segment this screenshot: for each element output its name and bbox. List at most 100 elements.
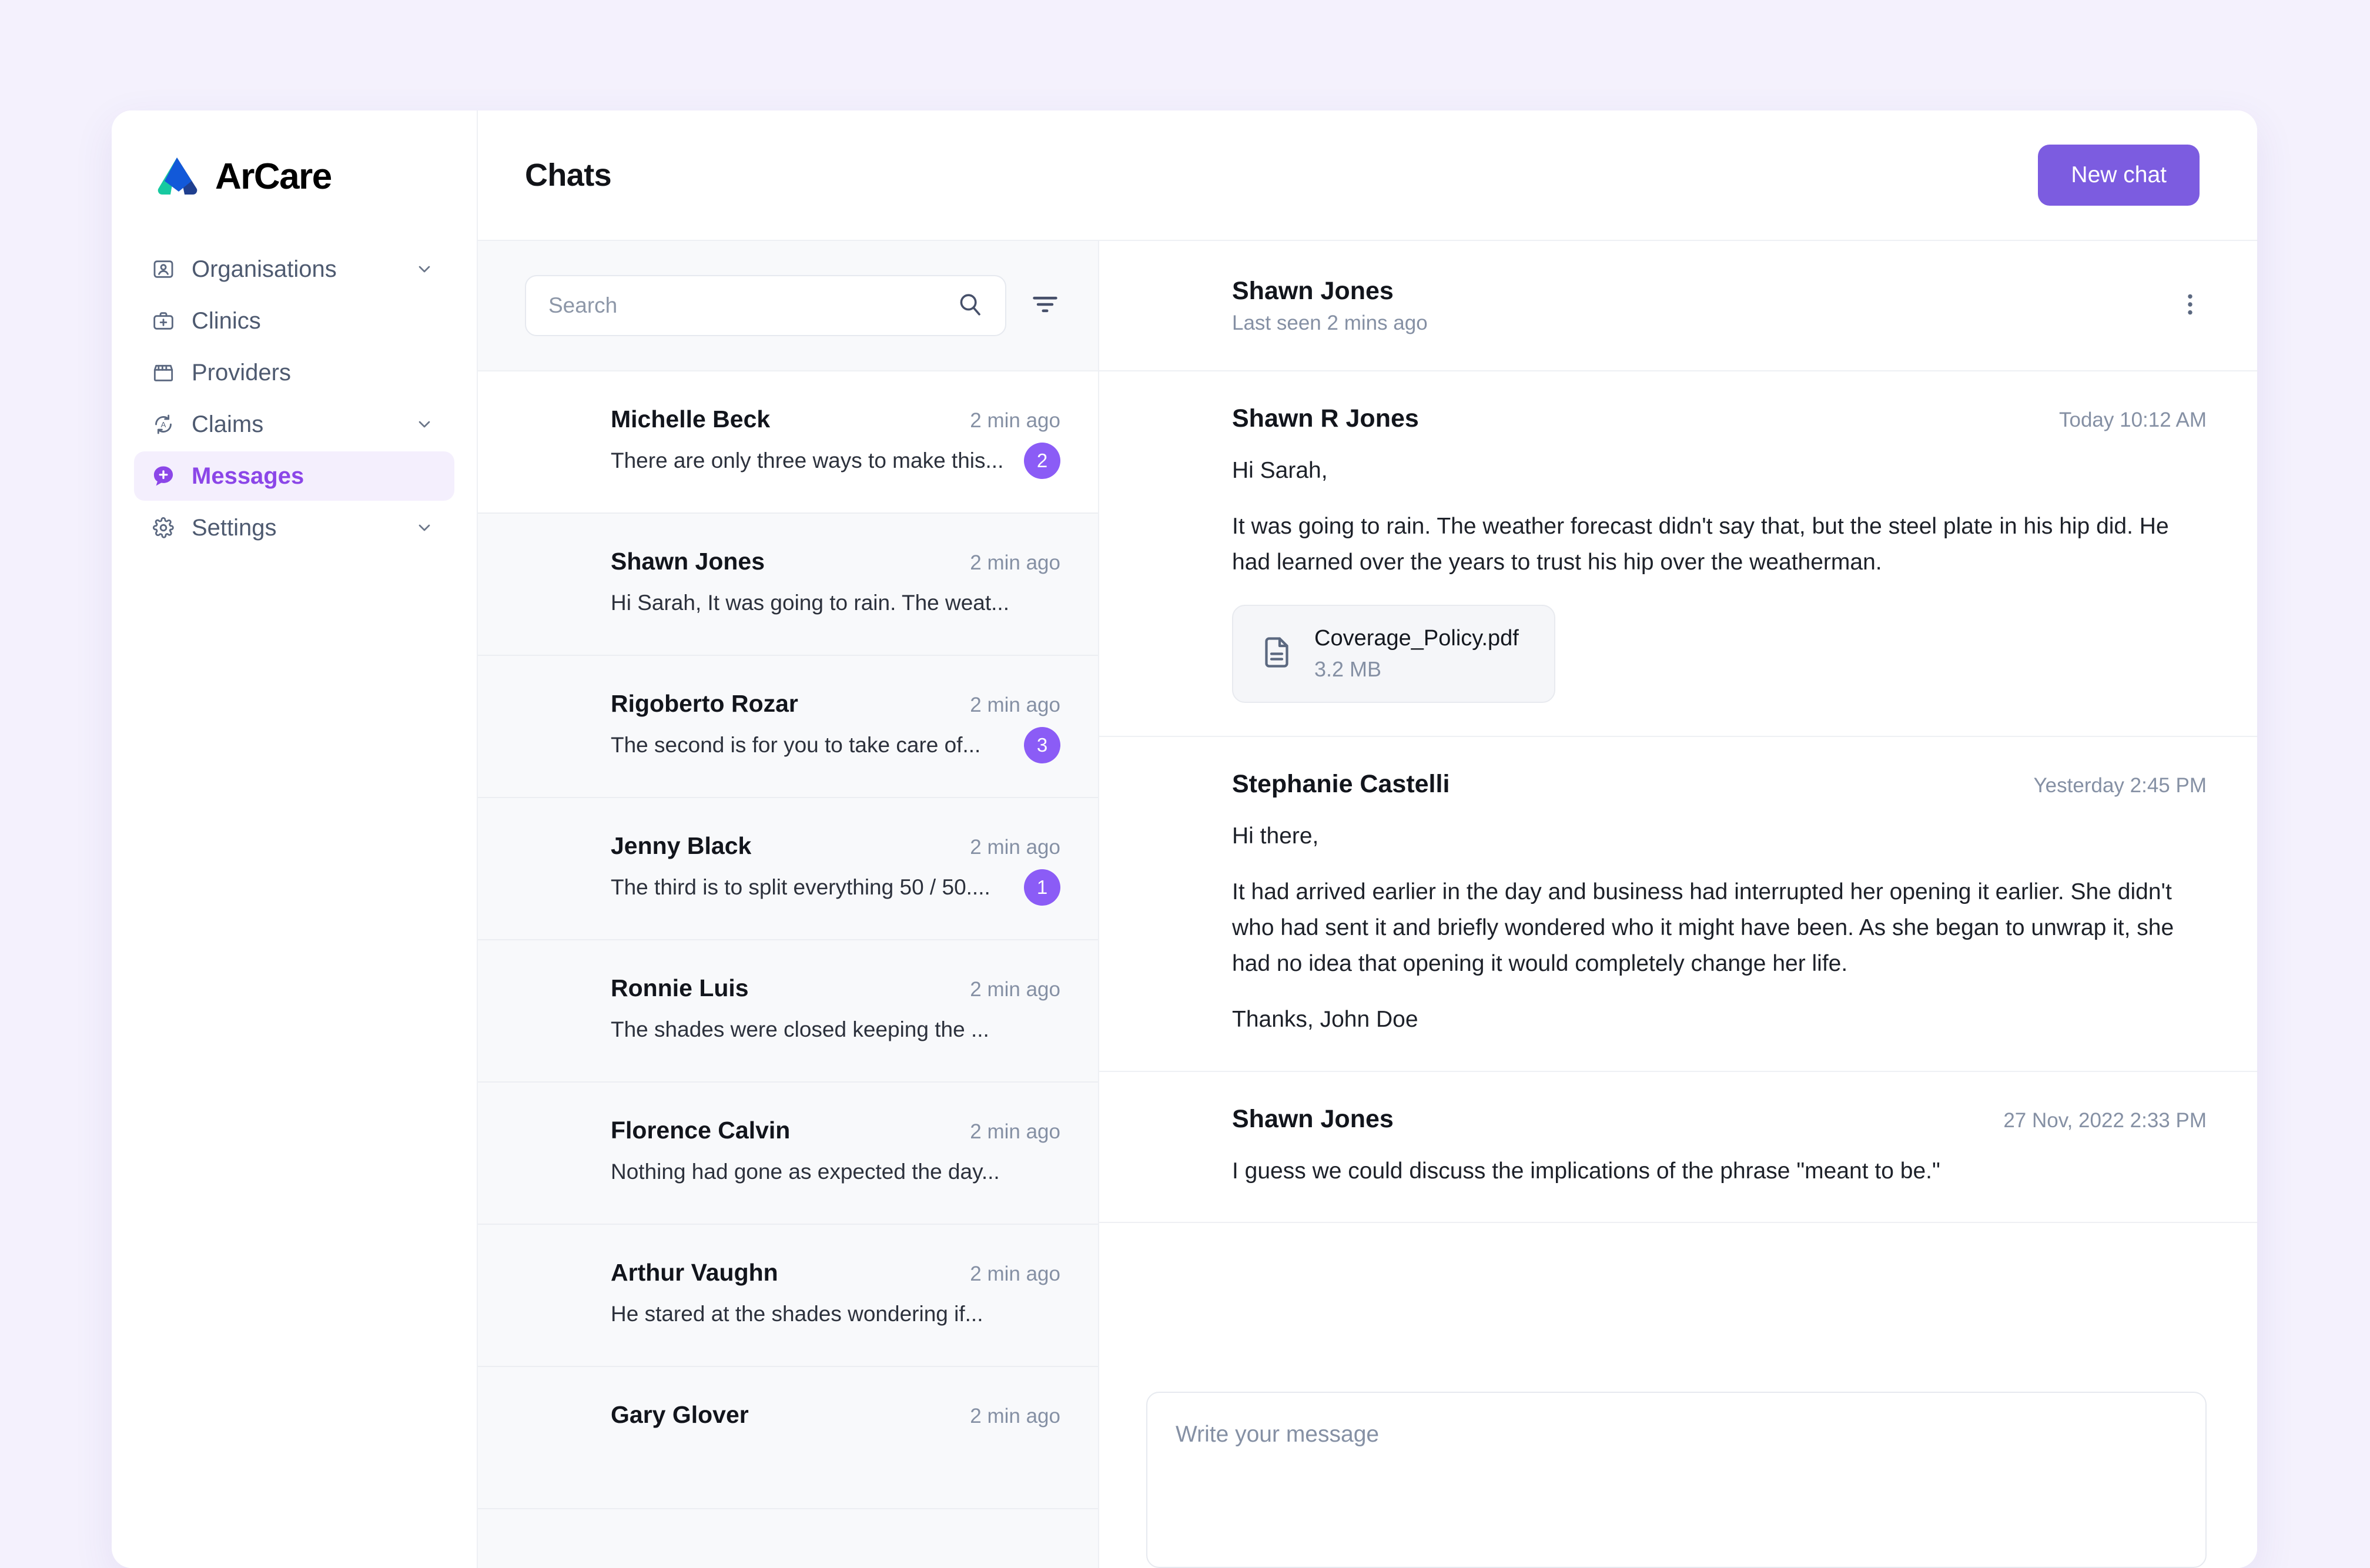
sidebar-item-providers[interactable]: Providers [134,348,454,397]
chevron-down-icon [414,518,434,538]
conversation-pane: Shawn Jones Last seen 2 mins ago Shawn R… [1099,241,2257,1568]
chat-item-bottom-row: The shades were closed keeping the ... [611,1011,1060,1048]
avatar [525,693,591,759]
filter-icon[interactable] [1030,289,1063,322]
chat-item-name: Shawn Jones [611,547,765,575]
chat-item-time: 2 min ago [970,1262,1060,1285]
search-box[interactable] [525,275,1006,336]
message-header: Stephanie Castelli Yesterday 2:45 PM [1232,770,2207,799]
chat-item-top-row: Michelle Beck 2 min ago [611,406,1060,433]
chat-list-item[interactable]: Arthur Vaughn 2 min ago He stared at the s… [478,1225,1098,1367]
sidebar-item-label: Providers [192,359,291,386]
sidebar-item-label: Messages [192,463,304,489]
sidebar: ArCare Organisations Clinics Providers A… [112,110,478,1568]
chat-item-bottom-row [611,1438,1060,1475]
chat-list-pane: Michelle Beck 2 min ago There are only thr… [478,241,1099,1568]
chat-item-time: 2 min ago [970,835,1060,859]
chat-item-preview: Nothing had gone as expected the day... [611,1159,1000,1184]
sidebar-item-settings[interactable]: Settings [134,503,454,552]
message: Shawn R Jones Today 10:12 AM Hi Sarah, It w… [1099,371,2257,738]
chat-item-bottom-row: Nothing had gone as expected the day... [611,1154,1060,1190]
document-icon [1259,635,1298,674]
chat-item-body: Michelle Beck 2 min ago There are only thr… [611,406,1060,479]
avatar [525,978,591,1044]
message: Stephanie Castelli Yesterday 2:45 PM Hi th… [1099,737,2257,1072]
unread-badge: 2 [1024,442,1060,479]
chat-item-top-row: Ronnie Luis 2 min ago [611,974,1060,1002]
chat-list-item[interactable]: Gary Glover 2 min ago [478,1367,1098,1509]
claims-refresh-icon: A [150,411,176,437]
attachment-meta: Coverage_Policy.pdf 3.2 MB [1314,626,1519,682]
chat-item-name: Rigoberto Rozar [611,689,798,717]
storefront-icon [150,360,176,386]
composer[interactable] [1146,1392,2207,1568]
chat-item-top-row: Florence Calvin 2 min ago [611,1117,1060,1144]
medical-bag-icon [150,308,176,334]
message-thread[interactable]: Shawn R Jones Today 10:12 AM Hi Sarah, It w… [1099,371,2257,1356]
chat-item-time: 2 min ago [970,408,1060,432]
message-input[interactable] [1176,1418,2177,1542]
chat-item-name: Jenny Black [611,832,752,859]
message-body: Shawn Jones 27 Nov, 2022 2:33 PM I guess w… [1232,1105,2207,1190]
chat-item-time: 2 min ago [970,1120,1060,1143]
panes: Michelle Beck 2 min ago There are only thr… [478,241,2257,1568]
chat-item-time: 2 min ago [970,693,1060,716]
new-chat-button[interactable]: New chat [2038,145,2200,206]
message-body: Shawn R Jones Today 10:12 AM Hi Sarah, It w… [1232,404,2207,703]
kebab-menu-icon[interactable] [2176,290,2207,321]
conversation-peer-name: Shawn Jones [1232,276,1394,305]
page-header: Chats New chat [478,110,2257,241]
chat-item-time: 2 min ago [970,1404,1060,1428]
avatar [525,551,591,617]
message-paragraph: Hi Sarah, [1232,458,1328,483]
chat-list-item[interactable]: Rigoberto Rozar 2 min ago The second is fo… [478,656,1098,798]
chat-list-item[interactable]: Florence Calvin 2 min ago Nothing had gone… [478,1083,1098,1225]
search-icon[interactable] [956,290,986,321]
chat-item-body: Shawn Jones 2 min ago Hi Sarah, It was goi… [611,548,1060,621]
chat-item-bottom-row: Hi Sarah, It was going to rain. The weat… [611,585,1060,621]
page-title: Chats [525,158,612,193]
chat-item-preview: The third is to split everything 50 / 50… [611,875,990,899]
chat-item-preview: The shades were closed keeping the ... [611,1017,989,1041]
message-author: Stephanie Castelli [1232,770,1450,799]
message-timestamp: 27 Nov, 2022 2:33 PM [2003,1108,2207,1132]
message-body: Stephanie Castelli Yesterday 2:45 PM Hi th… [1232,770,2207,1037]
avatar [525,409,591,475]
sidebar-item-label: Clinics [192,307,261,334]
chat-list-item[interactable]: Shawn Jones 2 min ago Hi Sarah, It was goi… [478,514,1098,656]
chat-item-top-row: Jenny Black 2 min ago [611,832,1060,860]
conversation-peer: Shawn Jones Last seen 2 mins ago [1232,277,2156,335]
chevron-down-icon [414,259,434,279]
message-paragraph: I guess we could discuss the implication… [1232,1158,1940,1184]
nav-chevron-placeholder [414,311,434,331]
attachment-size: 3.2 MB [1314,657,1382,682]
sidebar-item-claims[interactable]: A Claims [134,400,454,449]
main-content: Chats New chat Search Michelle Beck 2 mi… [478,110,2257,1568]
sidebar-item-label: Organisations [192,256,337,282]
search-input[interactable] [548,293,946,318]
sidebar-item-messages[interactable]: Messages [134,451,454,501]
chat-list-scroll[interactable]: Michelle Beck 2 min ago There are only thr… [478,371,1098,1568]
chat-item-top-row: Gary Glover 2 min ago [611,1401,1060,1429]
chat-item-name: Gary Glover [611,1401,749,1428]
chat-item-name: Ronnie Luis [611,974,749,1001]
chat-item-preview: He stared at the shades wondering if... [611,1301,983,1326]
chat-item-bottom-row: The third is to split everything 50 / 50… [611,869,1060,906]
avatar [525,1120,591,1186]
brand-logo[interactable]: ArCare [112,141,477,212]
message-timestamp: Today 10:12 AM [2059,408,2207,431]
chat-item-bottom-row: He stared at the shades wondering if... [611,1296,1060,1332]
message-author: Shawn Jones [1232,1104,1394,1133]
sidebar-item-clinics[interactable]: Clinics [134,296,454,346]
chat-list-item[interactable]: Jenny Black 2 min ago The third is to spli… [478,798,1098,940]
chat-list-item[interactable]: Ronnie Luis 2 min ago The shades were clos… [478,940,1098,1083]
svg-text:A: A [161,420,166,429]
sidebar-item-organisations[interactable]: Organisations [134,244,454,294]
chat-list-item[interactable]: Michelle Beck 2 min ago There are only thr… [478,371,1098,514]
chat-item-body: Rigoberto Rozar 2 min ago The second is fo… [611,690,1060,763]
message-paragraph: Thanks, John Doe [1232,1006,1418,1032]
chat-item-top-row: Rigoberto Rozar 2 min ago [611,690,1060,718]
sidebar-item-label: Settings [192,514,277,541]
attachment-card[interactable]: Coverage_Policy.pdf 3.2 MB [1232,605,1555,703]
message: Shawn Jones 27 Nov, 2022 2:33 PM I guess w… [1099,1072,2257,1224]
